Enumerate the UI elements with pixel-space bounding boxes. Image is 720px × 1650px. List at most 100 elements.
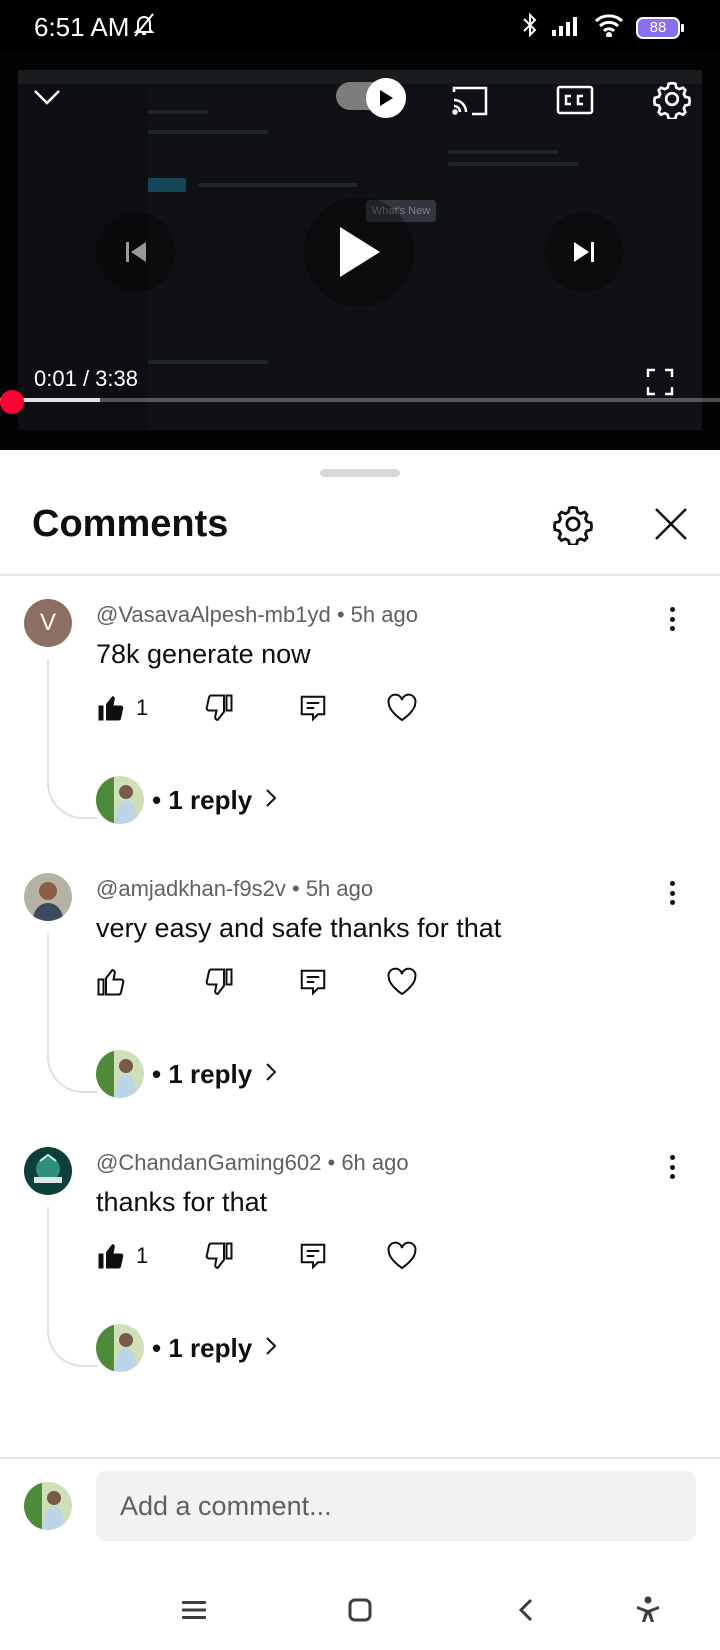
reply-button[interactable] [298, 959, 328, 1005]
current-time: 0:01 [34, 366, 77, 391]
avatar[interactable]: V [24, 599, 72, 647]
comment-item: V @VasavaAlpesh-mb1yd • 5h ago 78k gener… [0, 575, 720, 865]
fullscreen-icon[interactable] [644, 366, 676, 398]
status-time: 6:51 AM [34, 12, 130, 42]
avatar[interactable] [24, 873, 72, 921]
bell-off-icon [132, 12, 156, 43]
comments-settings-icon[interactable] [552, 503, 594, 550]
back-icon[interactable] [506, 1590, 546, 1630]
drag-handle[interactable] [320, 469, 400, 477]
reply-button[interactable] [298, 685, 328, 731]
progress-track[interactable] [0, 398, 720, 402]
comment-actions: 1 [96, 1233, 456, 1279]
reply-avatar [96, 776, 144, 824]
comment-actions [96, 959, 456, 1005]
reply-count: • 1 reply [152, 1332, 253, 1363]
autoplay-play-icon[interactable] [366, 78, 406, 118]
reply-avatar [96, 1324, 144, 1372]
reply-icon [300, 695, 326, 722]
like-button[interactable]: 1 [96, 1233, 148, 1279]
captions-icon[interactable] [555, 80, 595, 120]
more-vert-icon[interactable] [660, 877, 684, 909]
like-icon [97, 969, 125, 996]
thread-line [47, 659, 97, 819]
previous-button[interactable] [96, 212, 176, 292]
heart-icon [387, 967, 417, 996]
next-icon [574, 242, 594, 262]
more-vert-icon[interactable] [660, 1151, 684, 1183]
thread-line [47, 1207, 97, 1367]
replies-link[interactable]: • 1 reply [96, 1323, 278, 1373]
reply-button[interactable] [298, 1233, 328, 1279]
more-vert-icon[interactable] [660, 603, 684, 635]
bluetooth-icon [520, 12, 540, 43]
like-button[interactable]: 1 [96, 685, 148, 731]
comment-item: @ChandanGaming602 • 6h ago thanks for th… [0, 1123, 720, 1413]
dislike-button[interactable] [204, 959, 234, 1005]
avatar[interactable] [24, 1147, 72, 1195]
heart-icon [387, 693, 417, 722]
reply-icon [300, 969, 326, 996]
video-duration: 3:38 [95, 366, 138, 391]
comment-author[interactable]: @VasavaAlpesh-mb1yd [96, 602, 331, 627]
user-avatar [24, 1482, 72, 1530]
accessibility-icon[interactable] [628, 1590, 668, 1630]
cast-icon[interactable] [450, 80, 490, 120]
comment-text: very easy and safe thanks for that [96, 913, 502, 943]
replies-link[interactable]: • 1 reply [96, 775, 278, 825]
heart-button[interactable] [386, 959, 418, 1005]
status-bar: 6:51 AM 88 [0, 0, 720, 50]
dislike-icon [205, 1242, 233, 1269]
collapse-chevron-icon[interactable] [30, 80, 64, 114]
comment-text: 78k generate now [96, 639, 311, 669]
like-count: 1 [136, 1243, 149, 1268]
comment-actions: 1 [96, 685, 456, 731]
reply-count: • 1 reply [152, 784, 253, 815]
comments-title: Comments [32, 503, 229, 545]
comment-time: 5h ago [305, 876, 374, 901]
comment-meta: @VasavaAlpesh-mb1yd • 5h ago [96, 602, 418, 627]
like-count: 1 [136, 695, 149, 720]
system-nav-bar [0, 1570, 720, 1650]
battery-icon: 88 [636, 16, 684, 39]
close-icon[interactable] [652, 505, 690, 548]
settings-icon[interactable] [650, 77, 694, 121]
comment-author[interactable]: @amjadkhan-f9s2v [96, 876, 286, 901]
comment-text: thanks for that [96, 1187, 268, 1217]
time-separator: / [76, 366, 96, 391]
playback-time: 0:01 / 3:38 [34, 366, 138, 392]
menu-icon[interactable] [174, 1590, 214, 1630]
signal-icon [552, 14, 582, 41]
next-button[interactable] [544, 212, 624, 292]
heart-button[interactable] [386, 685, 418, 731]
video-player[interactable]: What's New 0:01 / 3:38 [0, 50, 720, 450]
reply-count: • 1 reply [152, 1058, 253, 1089]
thread-line [47, 933, 97, 1093]
add-comment-input[interactable] [96, 1471, 696, 1541]
chevron-right-icon [264, 1061, 278, 1088]
like-icon [98, 1244, 124, 1269]
dislike-button[interactable] [204, 1233, 234, 1279]
dislike-button[interactable] [204, 685, 234, 731]
dislike-icon [205, 694, 233, 721]
wifi-icon [594, 13, 624, 42]
home-icon[interactable] [340, 1590, 380, 1630]
comment-time: 6h ago [341, 1150, 409, 1175]
comment-item: @amjadkhan-f9s2v • 5h ago very easy and … [0, 849, 720, 1139]
comment-time: 5h ago [350, 602, 418, 627]
comment-author[interactable]: @ChandanGaming602 [96, 1150, 321, 1175]
composer-divider [0, 1457, 720, 1459]
heart-icon [387, 1241, 417, 1270]
like-button[interactable] [96, 959, 136, 1005]
replies-link[interactable]: • 1 reply [96, 1049, 278, 1099]
reply-avatar [96, 1050, 144, 1098]
chevron-right-icon [264, 787, 278, 814]
chevron-right-icon [264, 1335, 278, 1362]
reply-icon [300, 1243, 326, 1270]
play-icon [340, 227, 380, 277]
play-button[interactable] [304, 197, 414, 307]
heart-button[interactable] [386, 1233, 418, 1279]
progress-scrubber[interactable] [0, 390, 24, 414]
comment-meta: @ChandanGaming602 • 6h ago [96, 1150, 409, 1175]
previous-icon [126, 242, 146, 262]
